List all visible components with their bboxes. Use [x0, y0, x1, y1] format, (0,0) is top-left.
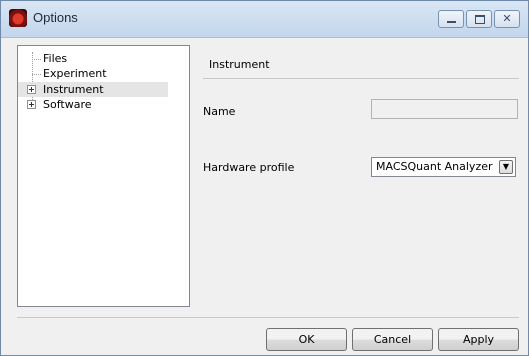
- window-title: Options: [33, 10, 78, 25]
- app-logo-icon: [9, 9, 27, 27]
- tree-item-label: Software: [43, 98, 92, 111]
- hardware-profile-label: Hardware profile: [203, 161, 295, 174]
- section-divider: [203, 78, 519, 79]
- tree-connector: [32, 59, 41, 60]
- window-controls: [438, 10, 520, 28]
- minimize-button[interactable]: [438, 10, 464, 28]
- title-bar[interactable]: Options: [1, 1, 528, 38]
- cancel-button[interactable]: Cancel: [352, 328, 433, 351]
- section-title: Instrument: [209, 58, 270, 71]
- close-button[interactable]: [494, 10, 520, 28]
- expand-plus-icon[interactable]: [27, 85, 36, 94]
- tree-item-label: Files: [43, 52, 68, 65]
- name-label: Name: [203, 105, 236, 118]
- ok-button[interactable]: OK: [266, 328, 347, 351]
- hardware-profile-value: MACSQuant Analyzer: [376, 160, 493, 173]
- tree-item-label: Experiment: [43, 67, 107, 80]
- name-field[interactable]: [371, 99, 518, 119]
- tree-item-label: Instrument: [43, 83, 104, 96]
- apply-button[interactable]: Apply: [438, 328, 519, 351]
- expand-plus-icon[interactable]: [27, 100, 36, 109]
- footer-divider: [17, 317, 519, 318]
- options-dialog: Options Files Experiment Instrument Soft…: [0, 0, 529, 356]
- chevron-down-icon[interactable]: ▼: [499, 160, 513, 174]
- hardware-profile-dropdown[interactable]: MACSQuant Analyzer ▼: [371, 157, 516, 177]
- tree-connector: [32, 74, 41, 75]
- tree-item-instrument[interactable]: Instrument: [18, 82, 168, 97]
- maximize-button[interactable]: [466, 10, 492, 28]
- options-tree[interactable]: Files Experiment Instrument Software: [17, 45, 190, 307]
